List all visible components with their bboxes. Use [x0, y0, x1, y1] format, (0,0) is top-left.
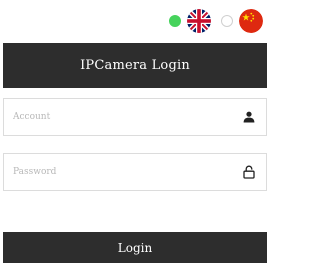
uk-flag-icon[interactable] — [187, 9, 211, 33]
password-field[interactable] — [3, 153, 267, 191]
login-header: IPCamera Login — [3, 43, 267, 88]
password-input[interactable] — [4, 154, 241, 190]
english-radio[interactable] — [169, 15, 181, 27]
unlock-icon — [241, 164, 257, 180]
login-button-label: Login — [117, 240, 153, 255]
language-option-english[interactable] — [169, 9, 211, 33]
page-title: IPCamera Login — [80, 58, 190, 73]
chinese-radio[interactable] — [221, 15, 233, 27]
account-input[interactable] — [4, 99, 241, 135]
language-selector — [169, 8, 263, 34]
language-option-chinese[interactable] — [221, 9, 263, 33]
china-flag-icon[interactable] — [239, 9, 263, 33]
account-field[interactable] — [3, 98, 267, 136]
user-icon — [241, 109, 257, 125]
login-button[interactable]: Login — [3, 232, 267, 263]
